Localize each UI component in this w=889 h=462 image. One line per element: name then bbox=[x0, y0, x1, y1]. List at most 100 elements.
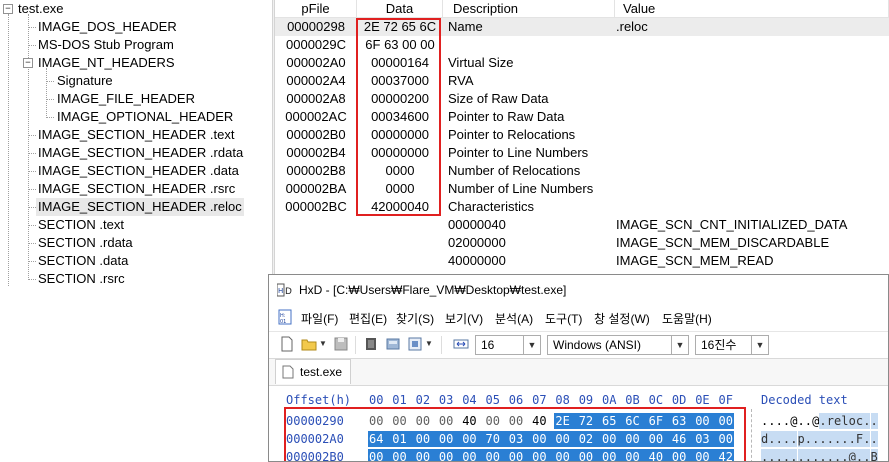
cell-pfile[interactable]: 000002B4 bbox=[275, 144, 357, 162]
tree-item-root[interactable]: test.exe bbox=[18, 0, 64, 18]
cell-pfile[interactable]: 00000298 bbox=[275, 18, 357, 36]
decoded-char[interactable]: . bbox=[775, 449, 783, 461]
cell-description[interactable]: Pointer to Raw Data bbox=[448, 108, 615, 126]
cell-description[interactable]: Pointer to Relocations bbox=[448, 126, 615, 144]
cell-value[interactable]: IMAGE_SCN_MEM_DISCARDABLE bbox=[616, 234, 886, 252]
cell-pfile[interactable]: 0000029C bbox=[275, 36, 357, 54]
tree-item-section-data[interactable]: SECTION .data bbox=[38, 252, 128, 270]
cell-value[interactable] bbox=[616, 198, 886, 216]
decoded-char[interactable]: . bbox=[819, 431, 827, 447]
tree-item-section-header-rdata[interactable]: IMAGE_SECTION_HEADER .rdata bbox=[38, 144, 243, 162]
decoded-char[interactable]: . bbox=[775, 431, 783, 447]
cell-value[interactable] bbox=[616, 108, 886, 126]
cell-pfile[interactable]: 000002B8 bbox=[275, 162, 357, 180]
decoded-char[interactable]: . bbox=[761, 449, 769, 461]
tree-item-section-header-text[interactable]: IMAGE_SECTION_HEADER .text bbox=[38, 126, 235, 144]
cell-description[interactable]: 00000040 bbox=[448, 216, 615, 234]
tree-item-nt-headers[interactable]: IMAGE_NT_HEADERS bbox=[38, 54, 175, 72]
cell-pfile[interactable] bbox=[275, 252, 357, 270]
cell-value[interactable] bbox=[616, 54, 886, 72]
decoded-char[interactable]: r bbox=[826, 413, 834, 429]
decoded-char[interactable]: . bbox=[776, 413, 783, 429]
tree-item-signature[interactable]: Signature bbox=[57, 72, 113, 90]
column-header-description[interactable]: Description bbox=[443, 0, 615, 18]
decoded-char[interactable]: . bbox=[782, 431, 791, 447]
menu-tools[interactable]: 도구(T) bbox=[545, 310, 582, 327]
tree-item-section-rsrc[interactable]: SECTION .rsrc bbox=[38, 270, 125, 288]
tree-item-section-header-reloc[interactable]: IMAGE_SECTION_HEADER .reloc bbox=[36, 198, 244, 216]
cell-pfile[interactable]: 000002A4 bbox=[275, 72, 357, 90]
column-header-value[interactable]: Value bbox=[615, 0, 889, 18]
decoded-char[interactable]: B bbox=[870, 449, 878, 461]
tree-item-file-header[interactable]: IMAGE_FILE_HEADER bbox=[57, 90, 195, 108]
cell-pfile[interactable]: 000002BC bbox=[275, 198, 357, 216]
cell-data[interactable] bbox=[357, 216, 443, 234]
decoded-char[interactable]: . bbox=[863, 449, 871, 461]
tree-item-optional-header[interactable]: IMAGE_OPTIONAL_HEADER bbox=[57, 108, 233, 126]
decoded-char[interactable]: o bbox=[848, 413, 856, 429]
decoded-char[interactable]: . bbox=[812, 431, 820, 447]
save-icon[interactable] bbox=[333, 336, 349, 352]
column-header-data[interactable]: Data bbox=[357, 0, 443, 18]
dropdown-arrow-icon[interactable]: ▼ bbox=[319, 339, 327, 348]
decoded-char[interactable]: . bbox=[848, 431, 856, 447]
cell-value[interactable]: IMAGE_SCN_CNT_INITIALIZED_DATA bbox=[616, 216, 886, 234]
decoded-char[interactable]: c bbox=[855, 413, 864, 429]
decoded-char[interactable]: . bbox=[768, 449, 776, 461]
decoded-char[interactable]: . bbox=[855, 449, 864, 461]
decoded-char[interactable]: l bbox=[841, 413, 849, 429]
decoded-char[interactable]: e bbox=[834, 413, 842, 429]
tree-item-dos-stub[interactable]: MS-DOS Stub Program bbox=[38, 36, 174, 54]
decoded-char[interactable]: . bbox=[768, 431, 776, 447]
cell-value[interactable] bbox=[616, 144, 886, 162]
decoded-char[interactable]: . bbox=[863, 413, 871, 429]
menu-window[interactable]: 창 설정(W) bbox=[594, 310, 650, 327]
charset-select[interactable]: Windows (ANSI) ▼ bbox=[547, 335, 689, 355]
cell-pfile[interactable] bbox=[275, 234, 357, 252]
cell-value[interactable]: .reloc bbox=[616, 18, 886, 36]
decoded-char[interactable]: . bbox=[798, 413, 805, 429]
cell-description[interactable]: Name bbox=[448, 18, 615, 36]
cell-data[interactable] bbox=[357, 252, 443, 270]
tree-item-section-text[interactable]: SECTION .text bbox=[38, 216, 124, 234]
decoded-char[interactable]: . bbox=[819, 449, 827, 461]
cell-pfile[interactable]: 000002A8 bbox=[275, 90, 357, 108]
bytes-per-row-select[interactable]: 16 ▼ bbox=[475, 335, 541, 355]
tree-item-section-header-data[interactable]: IMAGE_SECTION_HEADER .data bbox=[38, 162, 239, 180]
cell-description[interactable] bbox=[448, 36, 615, 54]
decoded-char[interactable]: . bbox=[826, 449, 834, 461]
decoded-char[interactable]: d bbox=[761, 431, 769, 447]
collapse-toggle[interactable]: − bbox=[23, 58, 33, 68]
cell-pfile[interactable] bbox=[275, 216, 357, 234]
open-folder-icon[interactable] bbox=[301, 336, 317, 352]
menu-analysis[interactable]: 분석(A) bbox=[495, 310, 533, 327]
decoded-char[interactable]: . bbox=[841, 431, 849, 447]
decoded-char[interactable]: . bbox=[761, 413, 768, 429]
decoded-char[interactable]: p bbox=[797, 431, 805, 447]
decoded-char[interactable]: . bbox=[797, 449, 805, 461]
decoded-char[interactable]: @ bbox=[812, 413, 819, 429]
decoded-char[interactable]: . bbox=[863, 431, 871, 447]
menu-help[interactable]: 도움말(H) bbox=[662, 310, 712, 327]
cell-value[interactable] bbox=[616, 162, 886, 180]
decoded-char[interactable]: . bbox=[812, 449, 820, 461]
decoded-char[interactable]: @ bbox=[848, 449, 856, 461]
cell-value[interactable] bbox=[616, 180, 886, 198]
decoded-char[interactable]: . bbox=[870, 431, 878, 447]
cell-description[interactable]: Size of Raw Data bbox=[448, 90, 615, 108]
tree-item-dos-header[interactable]: IMAGE_DOS_HEADER bbox=[38, 18, 177, 36]
decoded-char[interactable]: . bbox=[805, 413, 812, 429]
cell-description[interactable]: RVA bbox=[448, 72, 615, 90]
decoded-char[interactable]: . bbox=[834, 431, 842, 447]
cell-value[interactable] bbox=[616, 72, 886, 90]
decoded-char[interactable]: @ bbox=[790, 413, 797, 429]
decoded-char[interactable]: . bbox=[790, 449, 798, 461]
cell-description[interactable]: Number of Line Numbers bbox=[448, 180, 615, 198]
decoded-char[interactable]: . bbox=[783, 413, 790, 429]
decoded-char[interactable]: . bbox=[804, 431, 813, 447]
decoded-char[interactable]: . bbox=[841, 449, 849, 461]
cell-description[interactable]: Virtual Size bbox=[448, 54, 615, 72]
cell-description[interactable]: Pointer to Line Numbers bbox=[448, 144, 615, 162]
decoded-char[interactable]: F bbox=[855, 431, 864, 447]
cell-description[interactable]: 40000000 bbox=[448, 252, 615, 270]
